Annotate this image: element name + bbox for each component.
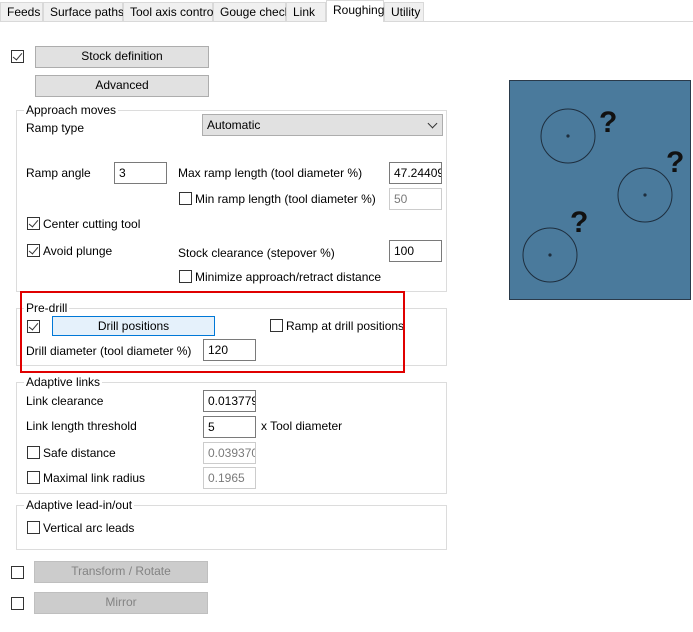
min-ramp-length-label: Min ramp length (tool diameter %)	[195, 192, 376, 206]
pre-drill-checkbox[interactable]	[27, 320, 40, 333]
safe-distance-label: Safe distance	[43, 446, 116, 460]
maximal-link-radius-label: Maximal link radius	[43, 471, 146, 485]
avoid-plunge-checkbox[interactable]	[27, 244, 40, 257]
transform-rotate-checkbox[interactable]	[11, 566, 24, 579]
approach-moves-title: Approach moves	[24, 103, 119, 117]
adaptive-lead-in-out-title: Adaptive lead-in/out	[24, 498, 135, 512]
tool-diameter-unit-label: x Tool diameter	[261, 419, 343, 433]
ramp-type-label: Ramp type	[26, 121, 85, 135]
min-ramp-length-checkbox[interactable]	[179, 192, 192, 205]
minimize-approach-checkbox[interactable]	[179, 270, 192, 283]
tab-tool-axis-control[interactable]: Tool axis control	[123, 2, 216, 21]
maximal-link-radius-checkbox[interactable]	[27, 471, 40, 484]
ramp-angle-label: Ramp angle	[26, 166, 91, 180]
max-ramp-length-input[interactable]: 47.24409	[389, 162, 442, 184]
min-ramp-length-input[interactable]: 50	[389, 188, 442, 210]
tab-bar: Feeds Surface paths Tool axis control Go…	[0, 0, 693, 22]
vertical-arc-leads-label: Vertical arc leads	[43, 521, 135, 535]
drill-diameter-input[interactable]: 120	[203, 339, 256, 361]
ramp-at-drill-positions-checkbox[interactable]	[270, 319, 283, 332]
question-mark-icon: ?	[666, 146, 684, 179]
drill-circle-2	[617, 167, 673, 223]
preview-graphic: ? ? ?	[522, 106, 684, 283]
tab-surface-paths[interactable]: Surface paths	[43, 2, 124, 21]
ramp-at-drill-positions-label: Ramp at drill positions	[286, 319, 405, 333]
center-cutting-tool-label: Center cutting tool	[43, 217, 141, 231]
tab-feeds[interactable]: Feeds	[0, 2, 43, 21]
mirror-button[interactable]: Mirror	[34, 592, 208, 614]
avoid-plunge-label: Avoid plunge	[43, 244, 113, 258]
max-ramp-length-label: Max ramp length (tool diameter %)	[178, 166, 363, 180]
ramp-type-value: Automatic	[207, 118, 261, 132]
drill-diameter-label: Drill diameter (tool diameter %)	[26, 344, 192, 358]
link-clearance-label: Link clearance	[26, 394, 104, 408]
maximal-link-radius-input[interactable]: 0.1965	[203, 467, 256, 489]
stock-definition-button[interactable]: Stock definition	[35, 46, 209, 68]
mirror-checkbox[interactable]	[11, 597, 24, 610]
drill-positions-preview: ? ? ?	[509, 80, 691, 300]
ramp-angle-input[interactable]: 3	[114, 162, 167, 184]
stock-clearance-label: Stock clearance (stepover %)	[178, 246, 335, 260]
link-length-threshold-input[interactable]: 5	[203, 416, 256, 438]
link-clearance-input[interactable]: 0.013779	[203, 390, 256, 412]
center-cutting-tool-checkbox[interactable]	[27, 217, 40, 230]
advanced-button[interactable]: Advanced	[35, 75, 209, 97]
pre-drill-title: Pre-drill	[24, 301, 70, 315]
safe-distance-input[interactable]: 0.039370	[203, 442, 256, 464]
drill-circle-3	[522, 227, 578, 283]
question-mark-icon: ?	[570, 206, 588, 239]
ramp-type-select[interactable]: Automatic	[202, 114, 443, 136]
adaptive-links-title: Adaptive links	[24, 375, 103, 389]
vertical-arc-leads-checkbox[interactable]	[27, 521, 40, 534]
stock-definition-checkbox[interactable]	[11, 50, 24, 63]
stock-clearance-input[interactable]: 100	[389, 240, 442, 262]
transform-rotate-button[interactable]: Transform / Rotate	[34, 561, 208, 583]
tab-roughing[interactable]: Roughing	[326, 0, 384, 22]
link-length-threshold-label: Link length threshold	[26, 419, 137, 433]
chevron-down-icon	[427, 118, 438, 129]
tab-link[interactable]: Link	[286, 2, 326, 21]
question-mark-icon: ?	[599, 106, 617, 139]
tab-gouge-check[interactable]: Gouge check	[213, 2, 291, 21]
drill-positions-button[interactable]: Drill positions	[52, 316, 215, 336]
minimize-approach-label: Minimize approach/retract distance	[195, 270, 382, 284]
drill-circle-1	[540, 108, 596, 164]
tab-utility[interactable]: Utility	[384, 2, 424, 21]
safe-distance-checkbox[interactable]	[27, 446, 40, 459]
